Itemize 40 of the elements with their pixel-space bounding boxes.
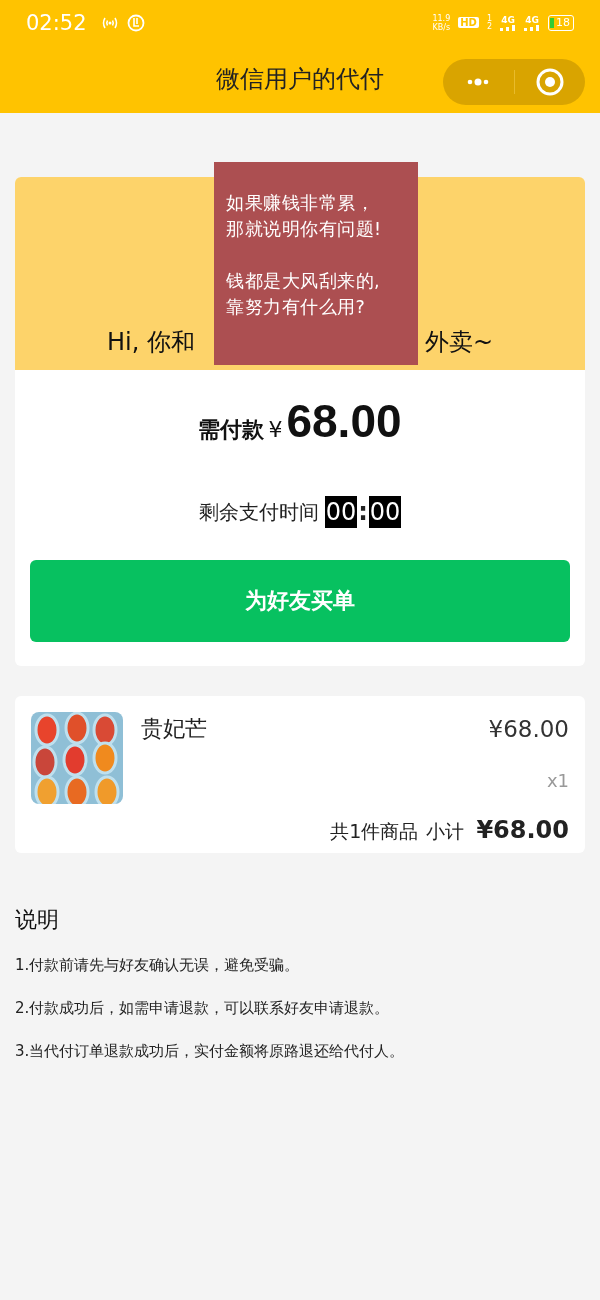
currency-symbol: ¥ [268,417,283,442]
battery-indicator: 18 [548,14,574,31]
timer-seconds: 00 [368,496,402,528]
signal-icon [500,24,516,31]
target-icon [535,68,564,96]
nfc-icon [126,13,145,32]
amount-due: 68.00 [286,394,402,448]
item-count: 共1件商品 [330,819,419,844]
network-speed: 11.9 [432,13,451,23]
timer-separator: : [358,498,368,526]
quote-line: 靠努力有什么用? [226,296,367,319]
more-icon [467,78,490,86]
signal-icon [524,24,540,31]
note-text: 2.付款成功后，如需申请退款，可以联系好友申请退款。 [15,998,391,1018]
sim-number: 2 [486,22,492,31]
timer-minutes: 00 [324,496,358,528]
quote-line: 那就说明你有问题! [226,218,383,241]
timer-label: 剩余支付时间 [198,498,319,526]
greeting-text: Hi, 你和 [107,327,195,358]
product-quantity: x1 [546,770,569,791]
subtotal-label: 小计 [426,819,465,844]
amount-label: 需付款 [198,416,265,444]
speed-unit: KB/s [432,22,451,32]
note-text: 3.当代付订单退款成功后，实付金额将原路退还给代付人。 [15,1041,406,1061]
pay-for-friend-button[interactable]: 为好友买单 [30,560,570,642]
network-type: 4G [501,14,515,25]
greeting-text: 外卖~ [424,327,493,358]
product-name: 贵妃芒 [141,715,208,743]
product-price: ¥68.00 [488,716,569,742]
hotspot-icon [100,15,119,30]
page-title: 微信用户的代付 [216,64,384,95]
sim-number: 1 [486,14,492,23]
notes-title: 说明 [15,906,60,934]
quote-line: 如果赚钱非常累， [226,192,375,215]
network-type: 4G [525,14,539,25]
note-text: 1.付款前请先与好友确认无误，避免受骗。 [15,955,301,975]
subtotal-amount: ¥68.00 [476,816,569,844]
hd-voice-badge: HD [458,17,479,28]
quote-line: 钱都是大风刮来的, [226,270,382,293]
status-time: 02:52 [26,10,87,35]
